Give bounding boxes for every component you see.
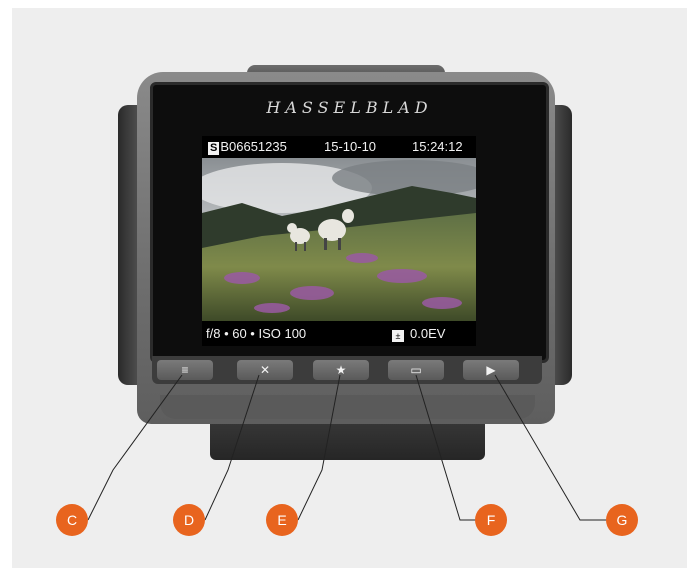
callout-g: G: [606, 504, 638, 536]
leader-line-c: [87, 374, 183, 521]
leader-line-g: [494, 374, 610, 521]
leader-lines: [87, 374, 610, 521]
callout-c: C: [56, 504, 88, 536]
leader-line-f: [415, 374, 478, 521]
callout-f: F: [475, 504, 507, 536]
callout-e: E: [266, 504, 298, 536]
leader-line-e: [297, 374, 341, 521]
callout-d: D: [173, 504, 205, 536]
leader-line-d: [204, 374, 260, 521]
